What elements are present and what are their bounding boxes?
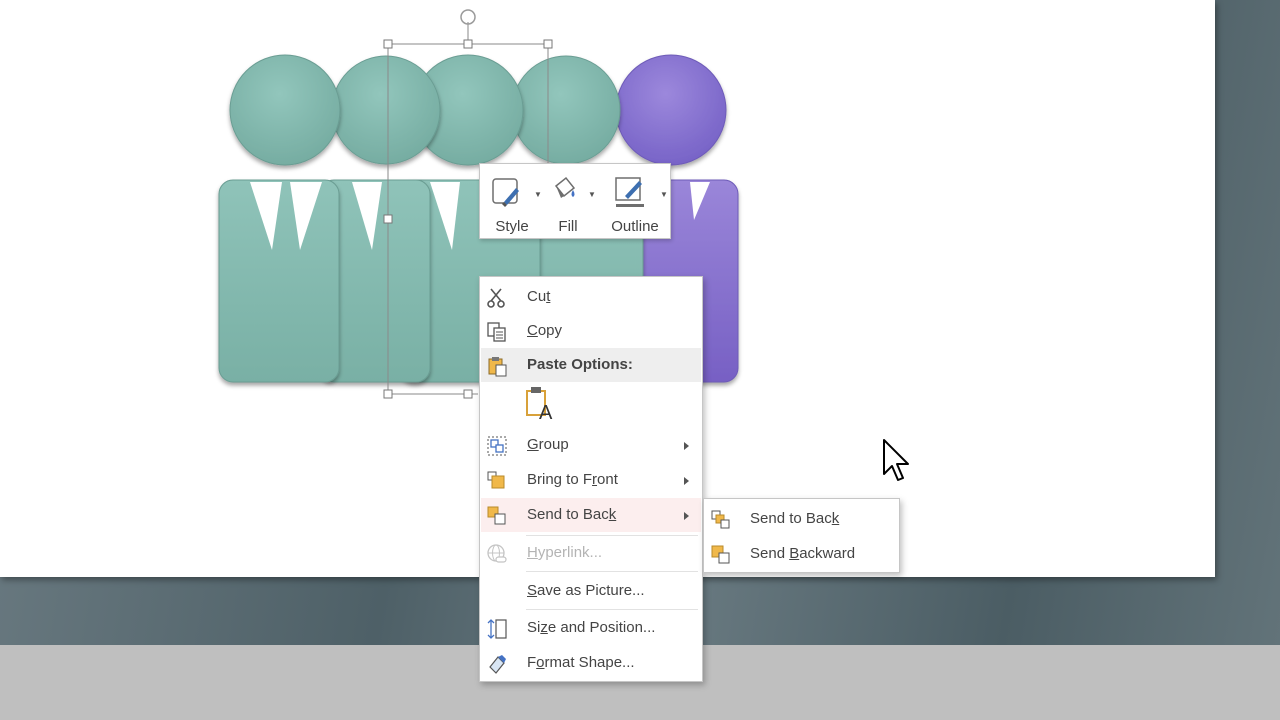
paint-bucket-icon [548, 174, 580, 211]
style-button[interactable]: ▼ Style [484, 170, 542, 236]
send-to-back-submenu: Send to Back Send Backward [703, 498, 900, 573]
send-backward-icon [710, 544, 732, 566]
menu-item-label: Size and Position... [527, 619, 656, 636]
keep-text-only-icon: A [526, 387, 553, 424]
style-label: Style [495, 218, 529, 235]
outline-label: Outline [611, 218, 659, 235]
context-menu: Cut Copy Paste Options: A Group Bring to… [479, 276, 703, 682]
format-shape-icon [486, 653, 508, 675]
group-icon [486, 435, 508, 457]
copy-icon [486, 321, 508, 343]
menu-item-send-to-back[interactable]: Send to Back [481, 498, 701, 532]
paste-icon [486, 355, 508, 377]
paste-keep-text-only-button[interactable]: A [523, 385, 557, 424]
menu-separator [526, 609, 698, 610]
resize-handle-bottom [463, 389, 473, 399]
submenu-arrow-icon [684, 442, 689, 450]
mini-toolbar: ▼ Style ▼ Fill ▼ Outline [479, 163, 671, 239]
menu-item-cut[interactable]: Cut [481, 280, 701, 314]
menu-item-copy[interactable]: Copy [481, 314, 701, 348]
submenu-arrow-icon [684, 512, 689, 520]
resize-handle-top-left [383, 39, 393, 49]
resize-handle-top-right [543, 39, 553, 49]
menu-item-label: Hyperlink... [527, 544, 603, 561]
send-to-back-icon [486, 505, 508, 527]
person-teal-1[interactable] [218, 54, 341, 383]
menu-item-label: Bring to Front [527, 471, 618, 488]
menu-item-label: Cut [527, 288, 551, 305]
menu-separator [526, 571, 698, 572]
hyperlink-icon [486, 543, 508, 565]
scissors-icon [486, 287, 508, 309]
fill-label: Fill [558, 218, 578, 235]
resize-handle-top [463, 39, 473, 49]
size-position-icon [486, 618, 508, 640]
rotate-handle [460, 9, 476, 25]
submenu-arrow-icon [684, 477, 689, 485]
menu-item-label: Format Shape... [527, 654, 635, 671]
bring-to-front-icon [486, 470, 508, 492]
submenu-item-send-to-back[interactable]: Send to Back [705, 502, 898, 536]
paste-options-header: Paste Options: [481, 348, 701, 382]
paste-options-label: Paste Options: [527, 356, 633, 373]
send-to-back-icon [710, 509, 732, 531]
menu-item-bring-to-front[interactable]: Bring to Front [481, 463, 701, 497]
menu-item-format-shape[interactable]: Format Shape... [481, 646, 701, 680]
outline-pen-icon [613, 174, 649, 215]
menu-item-label: Save as Picture... [527, 582, 645, 599]
menu-item-label: Copy [527, 322, 563, 339]
menu-item-size-and-position[interactable]: Size and Position... [481, 611, 701, 645]
menu-item-save-as-picture[interactable]: Save as Picture... [481, 574, 701, 608]
resize-handle-left [383, 214, 393, 224]
menu-item-group[interactable]: Group [481, 428, 701, 462]
outline-button[interactable]: ▼ Outline [600, 170, 670, 236]
submenu-item-send-backward[interactable]: Send Backward [705, 537, 898, 571]
menu-item-label: Group [527, 436, 569, 453]
menu-item-hyperlink[interactable]: Hyperlink... [481, 536, 701, 570]
svg-text:A: A [539, 402, 553, 421]
resize-handle-bottom-left [383, 389, 393, 399]
mouse-pointer-icon [882, 438, 912, 491]
shape-style-icon [490, 174, 526, 215]
menu-item-label: Send to Back [750, 510, 840, 527]
menu-item-label: Send Backward [750, 545, 856, 562]
fill-button[interactable]: ▼ Fill [542, 170, 596, 236]
menu-item-label: Send to Back [527, 506, 617, 523]
